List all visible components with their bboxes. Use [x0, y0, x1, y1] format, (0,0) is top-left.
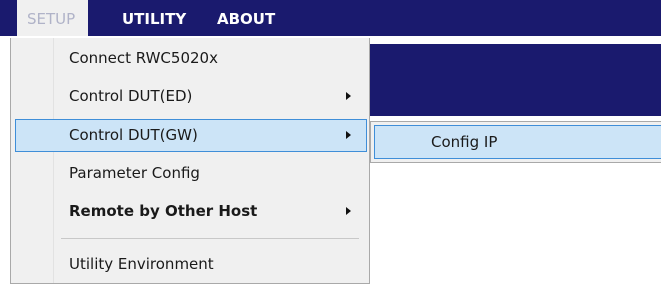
menu-item-label: Parameter Config [69, 164, 200, 182]
menu-item-parameter-config[interactable]: Parameter Config [15, 157, 367, 190]
menu-item-connect-rwc5020x[interactable]: Connect RWC5020x [15, 42, 367, 75]
menu-item-label: Control DUT(GW) [69, 126, 198, 144]
menu-utility[interactable]: UTILITY [112, 0, 196, 36]
menu-item-control-dut-gw[interactable]: Control DUT(GW) [15, 119, 367, 152]
submenu-arrow-icon [346, 92, 351, 100]
menu-item-utility-environment[interactable]: Utility Environment [15, 248, 367, 281]
gw-submenu: Config IP [370, 121, 661, 163]
menu-item-label: Config IP [431, 133, 498, 151]
menu-item-remote-by-other-host[interactable]: Remote by Other Host [15, 195, 367, 228]
menu-item-label: Utility Environment [69, 255, 214, 273]
menu-setup[interactable]: SETUP [17, 0, 88, 36]
submenu-arrow-icon [346, 207, 351, 215]
menu-item-label: Control DUT(ED) [69, 87, 193, 105]
menu-item-control-dut-ed[interactable]: Control DUT(ED) [15, 80, 367, 113]
menu-separator [61, 238, 359, 239]
menu-item-label: Connect RWC5020x [69, 49, 218, 67]
menu-item-config-ip[interactable]: Config IP [374, 125, 661, 159]
menu-bar: SETUP UTILITY ABOUT [0, 0, 661, 36]
submenu-arrow-icon [346, 131, 351, 139]
menu-about[interactable]: ABOUT [207, 0, 285, 36]
header-band [370, 44, 661, 116]
setup-dropdown: Connect RWC5020x Control DUT(ED) Control… [10, 38, 370, 284]
menu-item-label: Remote by Other Host [69, 202, 258, 220]
